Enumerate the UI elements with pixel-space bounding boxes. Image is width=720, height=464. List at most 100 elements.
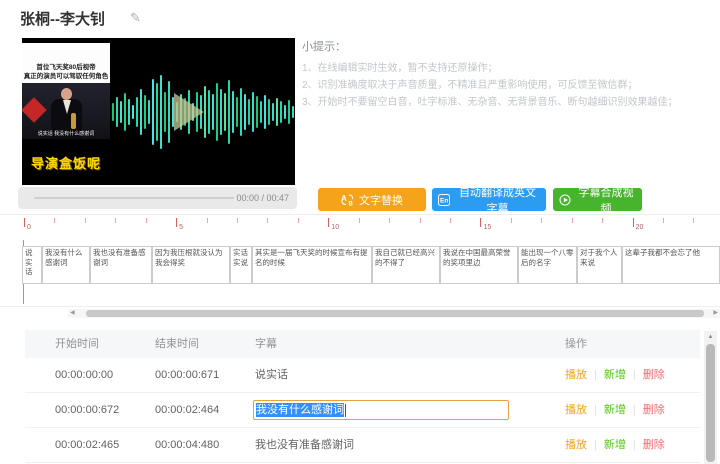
tip-line-2: 2、识别准确度取决于声音质量，不精准且严重影响使用，可反馈至微信群；: [302, 80, 638, 91]
vertical-scroll-thumb[interactable]: [706, 344, 715, 462]
ruler-minor-tick: [297, 218, 299, 223]
cell-start-time: 00:00:02:465: [55, 439, 120, 451]
award-trophy: [71, 113, 76, 129]
text-replace-icon: A B: [341, 193, 354, 206]
waveform-bar: [252, 91, 254, 132]
scroll-up-icon[interactable]: ▲: [704, 331, 717, 343]
tips-title: 小提示：: [302, 41, 346, 53]
waveform-bar: [264, 94, 266, 129]
waveform-bar: [220, 88, 222, 135]
delete-link[interactable]: 删除: [643, 393, 665, 427]
ruler-minor-tick: [358, 218, 360, 223]
video-player[interactable]: 首位飞天奖80后视帝 真正的演员可以驾驭任何角色 说实话 我没有什么感谢词 导演…: [22, 38, 295, 185]
ruler-major-tick: [24, 218, 25, 227]
track-segment[interactable]: 我没有什么感谢词: [42, 246, 90, 284]
text-caret: [345, 403, 346, 417]
header-end-time: 结束时间: [155, 338, 199, 350]
thumbnail-headline: 首位飞天奖80后视帝 真正的演员可以驾驭任何角色: [22, 43, 110, 83]
track-segment[interactable]: 其实是一届飞天奖的时候宣布有提名的时候: [252, 246, 372, 284]
page-title: 张桐--李大钊: [20, 11, 105, 28]
tip-line-3: 3、开始时不要留空白音，吐字标准、无杂音、无背景音乐、断句越细识别效果越佳；: [302, 97, 678, 108]
waveform-bar: [120, 100, 122, 123]
play-link[interactable]: 播放: [565, 393, 587, 427]
add-link[interactable]: 新增: [604, 358, 626, 392]
track-segment[interactable]: 因为我压根就没认为我会得奖: [152, 246, 230, 284]
progress-track[interactable]: [34, 197, 234, 199]
video-thumbnail: 首位飞天奖80后视帝 真正的演员可以驾驭任何角色 说实话 我没有什么感谢词 导演…: [22, 38, 110, 185]
delete-link[interactable]: 删除: [643, 358, 665, 392]
horizontal-scroll-thumb[interactable]: [86, 310, 704, 317]
horizontal-scrollbar[interactable]: ◀ ▶: [68, 309, 720, 318]
add-link[interactable]: 新增: [604, 393, 626, 427]
track-segment[interactable]: 实话实说: [230, 246, 252, 284]
waveform-bar: [144, 94, 146, 129]
waveform-bar: [268, 98, 270, 125]
selected-text: 我没有什么感谢词: [256, 403, 344, 417]
waveform-bar: [204, 85, 206, 138]
scroll-left-icon[interactable]: ◀: [70, 309, 75, 318]
op-divider: |: [594, 369, 597, 381]
en-translate-icon: En: [438, 193, 450, 206]
track-segment[interactable]: 我说在中国最高荣誉的奖项里边: [440, 246, 518, 284]
waveform-bar: [232, 90, 234, 133]
table-header: 开始时间 结束时间 字幕 操作: [25, 330, 700, 358]
waveform-bar: [224, 92, 226, 131]
waveform-bar: [240, 87, 242, 136]
ruler-minor-tick: [145, 218, 147, 223]
table-row: 00:00:02:465 00:00:04:480 我也没有准备感谢词 播放 |…: [25, 428, 700, 463]
cell-end-time: 00:00:00:671: [155, 369, 220, 381]
play-icon[interactable]: [174, 93, 204, 131]
track-segment[interactable]: 这辈子我都不会忘了他: [622, 246, 720, 284]
track-segment[interactable]: 能出现一个八零后的名字: [518, 246, 577, 284]
op-divider: |: [594, 404, 597, 416]
play-link[interactable]: 播放: [565, 358, 587, 392]
track-segment[interactable]: 我自己就已经高兴的不得了: [372, 246, 440, 284]
delete-link[interactable]: 删除: [643, 428, 665, 462]
track-segment[interactable]: 说实话: [22, 246, 42, 284]
cell-subtitle[interactable]: 说实话: [255, 358, 288, 392]
vertical-scrollbar[interactable]: ▲: [704, 331, 717, 464]
thumbnail-photo: 说实话 我没有什么感谢词: [22, 83, 110, 139]
waveform-bar: [236, 96, 238, 127]
scroll-right-icon[interactable]: ▶: [713, 309, 718, 318]
ruler-minor-tick: [541, 218, 543, 223]
add-link[interactable]: 新增: [604, 428, 626, 462]
ruler-major-tick: [480, 218, 482, 227]
waveform-bar: [124, 92, 126, 131]
ruler-tick-label: 20: [635, 224, 644, 231]
waveform-bar: [132, 104, 134, 119]
table-row: 00:00:00:00 00:00:00:671 说实话 播放 | 新增 | 删…: [25, 358, 700, 393]
compose-video-button[interactable]: 字幕合成视频: [553, 187, 642, 215]
auto-translate-label: 自动翻译成英文字幕: [459, 186, 536, 215]
ruler-major-tick: [328, 218, 330, 227]
subtitle-track: 说实话 我没有什么感谢词 我也没有准备感谢词 因为我压根就没认为我会得奖 实话实…: [0, 240, 720, 307]
edit-title-icon[interactable]: ✎: [130, 10, 141, 26]
waveform-bar: [128, 98, 130, 125]
red-diamond-graphic: [22, 97, 47, 123]
track-segment[interactable]: 我也没有准备感谢词: [90, 246, 152, 284]
ruler-tick-label: 10: [331, 224, 340, 231]
svg-text:En: En: [440, 197, 448, 204]
timeline-ruler[interactable]: 0 5 10 15 20: [0, 214, 720, 241]
auto-translate-button[interactable]: En 自动翻译成英文字幕: [432, 187, 546, 215]
ruler-minor-tick: [693, 218, 695, 223]
waveform-bar: [228, 79, 230, 144]
waveform-bar: [276, 97, 278, 126]
waveform-bar: [280, 100, 282, 123]
playback-progress-bar[interactable]: 00:00 / 00:47: [18, 187, 297, 209]
ruler-minor-tick: [663, 218, 665, 223]
play-link[interactable]: 播放: [565, 428, 587, 462]
ruler-minor-tick: [84, 218, 86, 223]
waveform-bar: [260, 100, 262, 123]
op-divider: |: [632, 369, 636, 381]
text-replace-button[interactable]: A B 文字替换: [318, 188, 426, 211]
subtitle-edit-input[interactable]: 我没有什么感谢词: [253, 400, 509, 420]
track-segment[interactable]: 对于我个人来说: [577, 246, 622, 284]
cell-subtitle[interactable]: 我也没有准备感谢词: [255, 428, 354, 462]
ruler-minor-tick: [389, 218, 391, 223]
ruler-tick-label: 0: [27, 224, 31, 231]
ruler-minor-tick: [54, 218, 56, 223]
cell-end-time: 00:00:04:480: [155, 439, 220, 451]
svg-text:B: B: [349, 202, 354, 207]
cell-start-time: 00:00:00:672: [55, 404, 120, 416]
